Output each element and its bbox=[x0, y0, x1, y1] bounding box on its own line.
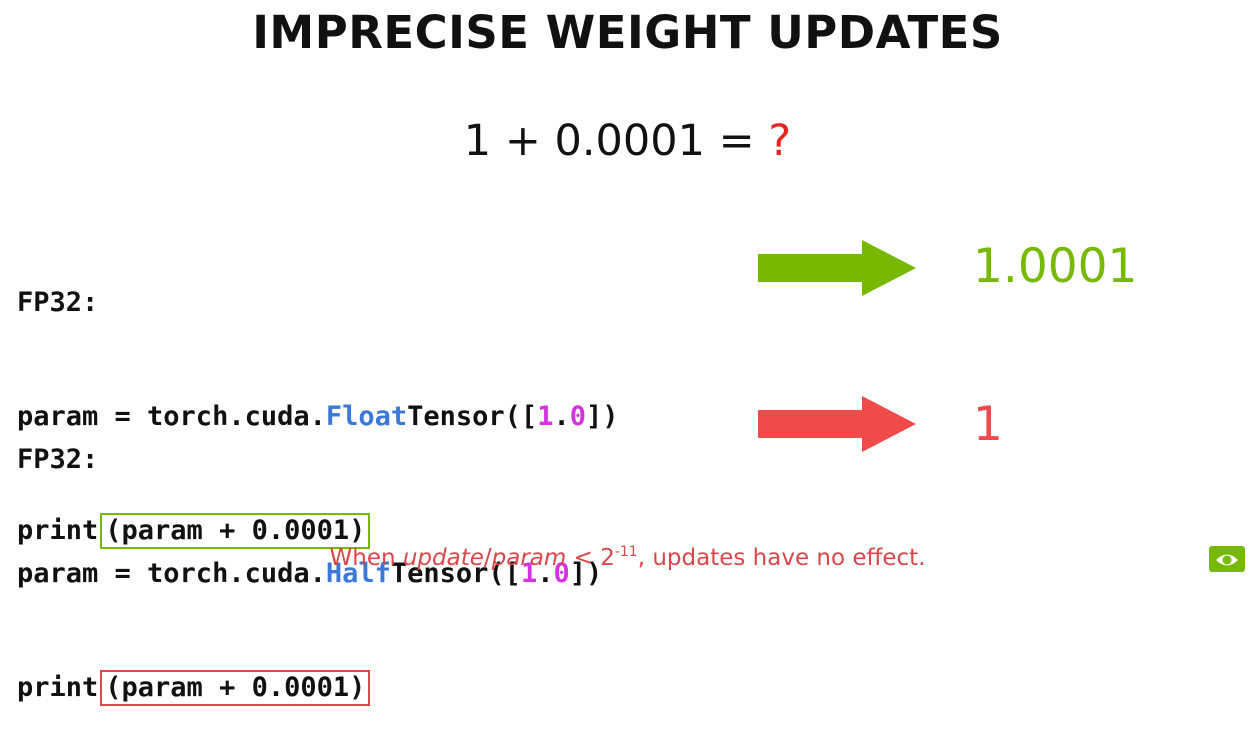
footnote-text: , updates have no effect. bbox=[637, 545, 926, 571]
right-arrow-green-icon bbox=[758, 240, 916, 296]
equation-unknown: ? bbox=[768, 116, 792, 166]
code-text: print bbox=[17, 672, 99, 703]
highlighted-expression: (param + 0.0001) bbox=[100, 670, 371, 706]
right-arrow-red-icon bbox=[758, 396, 916, 452]
slide-title: IMPRECISE WEIGHT UPDATES bbox=[252, 6, 1003, 59]
example-heading: FP32: bbox=[17, 444, 99, 475]
example-heading: FP32: bbox=[17, 287, 99, 318]
footnote-text: When bbox=[329, 545, 403, 571]
footnote: When update/param < 2-11, updates have n… bbox=[0, 545, 1255, 571]
footnote-exponent: -11 bbox=[614, 544, 638, 560]
footnote-emphasis: param bbox=[491, 545, 567, 571]
footnote-text: / bbox=[483, 545, 492, 571]
equation-expression: 1 + 0.0001 = bbox=[463, 116, 755, 166]
footnote-emphasis: update bbox=[402, 545, 484, 571]
result-half: 1 bbox=[973, 397, 1003, 452]
nvidia-logo-icon bbox=[1209, 546, 1245, 572]
code-line-print: print (param + 0.0001) bbox=[17, 669, 602, 707]
result-float: 1.0001 bbox=[973, 239, 1138, 294]
equation: 1 + 0.0001 = ? bbox=[0, 116, 1255, 166]
footnote-text: < 2 bbox=[566, 545, 615, 571]
